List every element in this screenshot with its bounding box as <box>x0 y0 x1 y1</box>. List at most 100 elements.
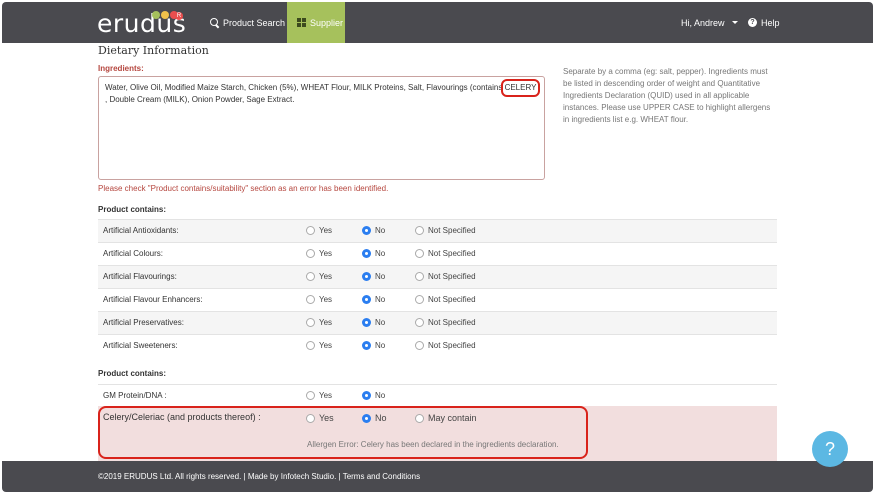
option-label: No <box>375 272 386 281</box>
option-yes[interactable]: Yes <box>306 318 332 327</box>
product-contains-row: Artificial Antioxidants: Yes No Not Specifi… <box>98 219 777 242</box>
radio-no[interactable] <box>362 341 371 350</box>
help-link[interactable]: ? Help <box>748 2 780 43</box>
radio-not-specified[interactable] <box>415 318 424 327</box>
user-menu[interactable]: Hi, Andrew <box>681 2 738 43</box>
radio-no[interactable] <box>362 249 371 258</box>
gm-no-label: No <box>375 391 386 400</box>
supplier-label: Supplier <box>310 17 344 28</box>
ingredients-textarea[interactable]: Water, Olive Oil, Modified Maize Starch,… <box>98 76 545 180</box>
option-no[interactable]: No <box>362 249 385 258</box>
option-yes[interactable]: Yes <box>306 341 332 350</box>
ingredients-text-after: , Double Cream (MILK), Onion Powder, Sag… <box>105 95 295 104</box>
row-label: Artificial Flavour Enhancers: <box>103 295 203 304</box>
supplier-tab[interactable]: Supplier <box>287 2 345 43</box>
gm-yes-label: Yes <box>319 391 333 400</box>
navbar: erudus R Product Search Supplier Hi, And… <box>2 2 873 43</box>
question-icon: ? <box>748 18 757 27</box>
gm-protein-row: GM Protein/DNA : Yes No <box>98 384 777 407</box>
radio-not-specified[interactable] <box>415 226 424 235</box>
product-contains-heading-2: Product contains: <box>98 369 167 378</box>
radio-not-specified[interactable] <box>415 341 424 350</box>
option-yes[interactable]: Yes <box>306 226 332 235</box>
radio-not-specified[interactable] <box>415 295 424 304</box>
logo-dot-yellow <box>161 11 169 19</box>
option-label: Not Specified <box>428 249 476 258</box>
option-not-specified[interactable]: Not Specified <box>415 226 476 235</box>
option-not-specified[interactable]: Not Specified <box>415 318 476 327</box>
celery-highlight: CELERY <box>500 79 541 97</box>
logo-dot-green <box>152 11 160 19</box>
gm-no-option[interactable]: No <box>362 391 385 400</box>
option-not-specified[interactable]: Not Specified <box>415 272 476 281</box>
radio-not-specified[interactable] <box>415 272 424 281</box>
product-search-link[interactable]: Product Search <box>210 2 285 43</box>
option-no[interactable]: No <box>362 318 385 327</box>
option-label: Not Specified <box>428 295 476 304</box>
radio-yes[interactable] <box>306 318 315 327</box>
radio-yes[interactable] <box>306 295 315 304</box>
ingredients-text-before: Water, Olive Oil, Modified Maize Starch,… <box>105 83 503 92</box>
option-label: No <box>375 341 386 350</box>
product-contains-row: Artificial Colours: Yes No Not Specified <box>98 242 777 265</box>
option-no[interactable]: No <box>362 226 385 235</box>
help-fab-button[interactable]: ? <box>812 431 848 467</box>
option-not-specified[interactable]: Not Specified <box>415 341 476 350</box>
option-not-specified[interactable]: Not Specified <box>415 249 476 258</box>
erudus-logo[interactable]: erudus R <box>97 7 186 39</box>
option-label: No <box>375 249 386 258</box>
option-yes[interactable]: Yes <box>306 272 332 281</box>
radio-no[interactable] <box>362 272 371 281</box>
grid-icon <box>297 18 306 27</box>
option-label: Not Specified <box>428 341 476 350</box>
footer: ©2019 ERUDUS Ltd. All rights reserved. |… <box>2 461 873 492</box>
product-contains-heading: Product contains: <box>98 205 167 214</box>
product-contains-row: Artificial Flavour Enhancers: Yes No Not Sp… <box>98 288 777 311</box>
ingredients-label: Ingredients: <box>98 64 144 73</box>
option-no[interactable]: No <box>362 341 385 350</box>
radio-no[interactable] <box>362 295 371 304</box>
radio-yes[interactable] <box>306 341 315 350</box>
radio-no[interactable] <box>362 318 371 327</box>
row-label: Artificial Colours: <box>103 249 164 258</box>
option-label: Not Specified <box>428 226 476 235</box>
radio-yes[interactable] <box>306 226 315 235</box>
option-label: Yes <box>319 226 333 235</box>
option-label: No <box>375 226 386 235</box>
radio-not-specified[interactable] <box>415 249 424 258</box>
search-icon <box>210 18 219 27</box>
option-label: Yes <box>319 341 333 350</box>
option-no[interactable]: No <box>362 295 385 304</box>
product-contains-row: Artificial Sweeteners: Yes No Not Specified <box>98 334 777 357</box>
option-label: Yes <box>319 295 333 304</box>
option-not-specified[interactable]: Not Specified <box>415 295 476 304</box>
row-label: Artificial Sweeteners: <box>103 341 178 350</box>
radio-no[interactable] <box>362 226 371 235</box>
radio-yes[interactable] <box>306 272 315 281</box>
help-label: Help <box>761 17 780 28</box>
option-label: Yes <box>319 249 333 258</box>
option-yes[interactable]: Yes <box>306 295 332 304</box>
error-highlight-outline <box>98 406 588 459</box>
option-label: No <box>375 295 386 304</box>
gm-protein-label: GM Protein/DNA : <box>103 391 167 400</box>
option-yes[interactable]: Yes <box>306 249 332 258</box>
chevron-down-icon <box>731 21 738 24</box>
product-contains-row: Artificial Flavourings: Yes No Not Specifie… <box>98 265 777 288</box>
section-title: Dietary Information <box>98 44 209 57</box>
option-no[interactable]: No <box>362 272 385 281</box>
gm-yes-option[interactable]: Yes <box>306 391 332 400</box>
row-label: Artificial Preservatives: <box>103 318 184 327</box>
gm-yes-radio[interactable] <box>306 391 315 400</box>
ingredients-error-message: Please check "Product contains/suitabili… <box>98 184 389 193</box>
user-greeting: Hi, Andrew <box>681 17 725 28</box>
footer-text: ©2019 ERUDUS Ltd. All rights reserved. |… <box>98 472 421 481</box>
product-contains-row: Artificial Preservatives: Yes No Not Specif… <box>98 311 777 334</box>
gm-no-radio[interactable] <box>362 391 371 400</box>
option-label: Yes <box>319 272 333 281</box>
option-label: Not Specified <box>428 318 476 327</box>
option-label: Yes <box>319 318 333 327</box>
option-label: No <box>375 318 386 327</box>
radio-yes[interactable] <box>306 249 315 258</box>
registered-badge: R <box>175 12 183 20</box>
